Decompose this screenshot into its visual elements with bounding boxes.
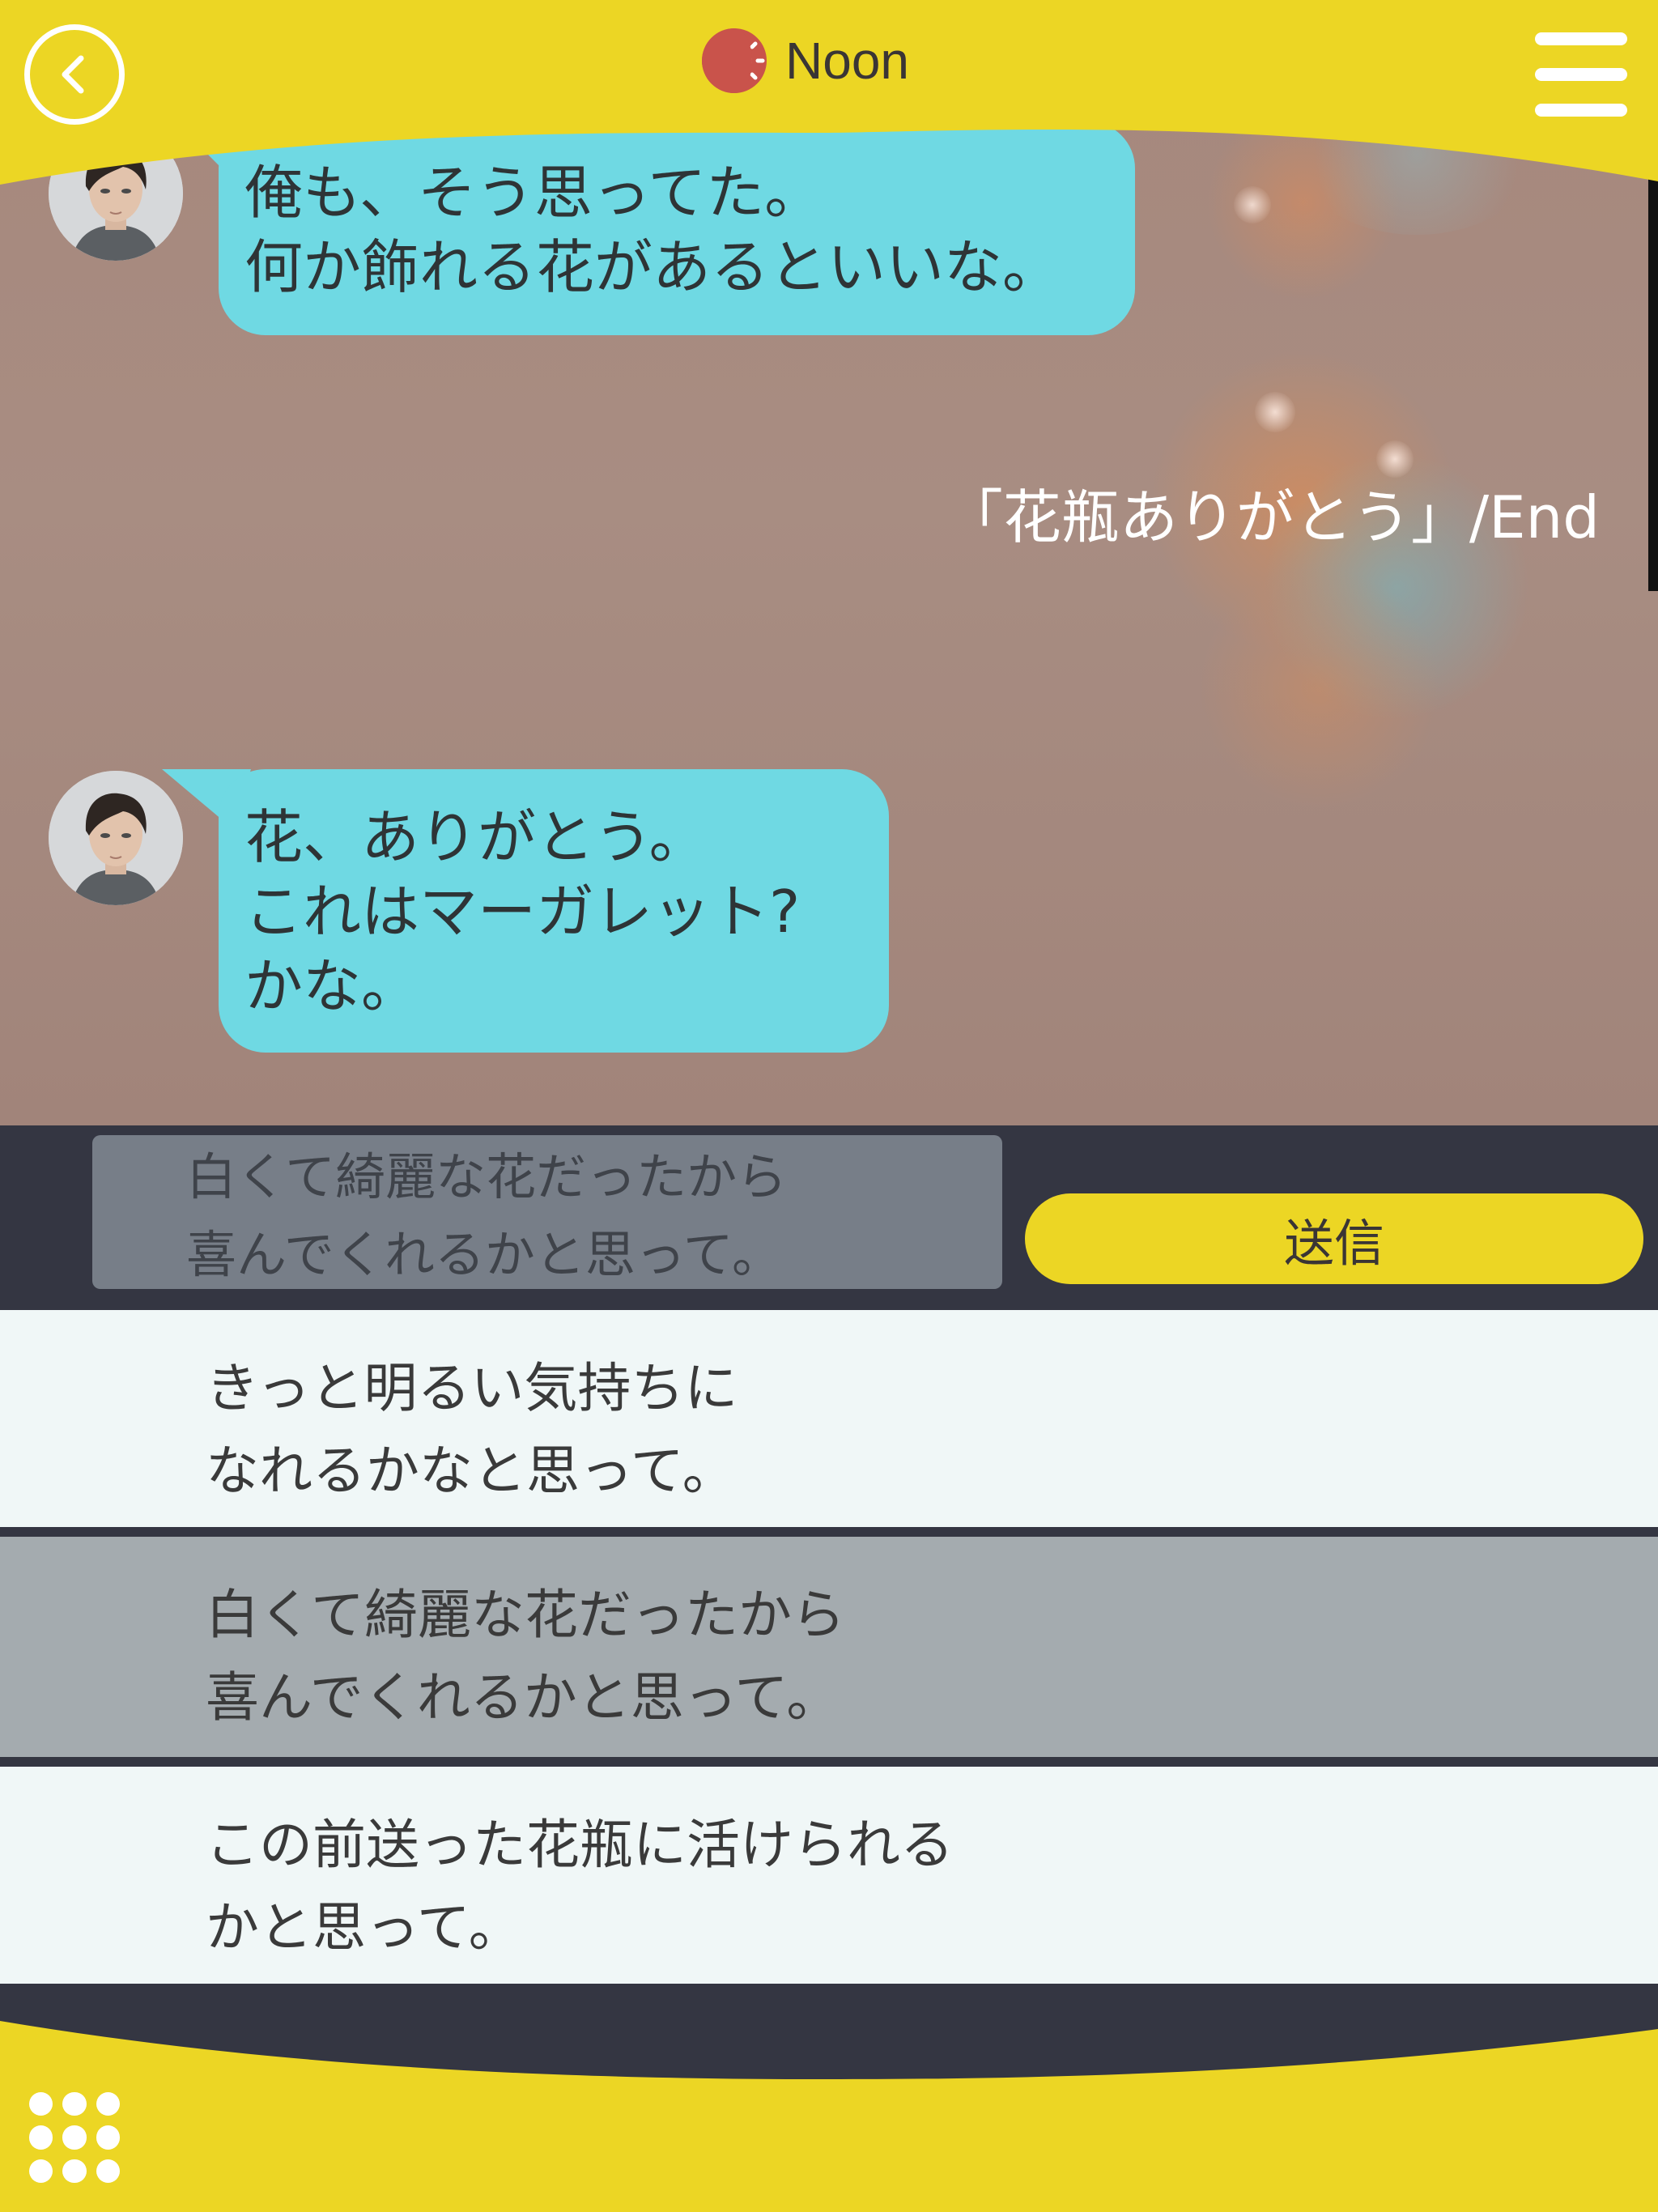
reply-choice[interactable]: きっと明るい気持ちに なれるかなと思って。 [0,1310,1658,1527]
footer-bar [0,1984,1658,2212]
hamburger-menu-icon [1535,32,1627,45]
message-bubble: 花、ありがとう。 これはマーガレット? かな。 [219,769,889,1053]
apps-grid-icon [29,2125,53,2150]
hamburger-menu-icon [1535,104,1627,117]
reply-input-bar: 白くて綺麗な花だったから 喜んでくれるかと思って。 送信 [0,1125,1658,1308]
sun-clock-icon [702,28,767,93]
hamburger-menu-icon [1535,68,1627,81]
apps-grid-icon [62,2092,87,2116]
apps-grid-icon [96,2092,120,2116]
chat-screen: 俺も、そう思ってた。 何か飾れる花があるといいな。 「花瓶ありがとう」/End … [0,0,1658,2212]
story-end-label[interactable]: 「花瓶ありがとう」/End [945,470,1600,555]
apps-grid-icon [29,2092,53,2116]
apps-grid-icon [96,2159,120,2183]
send-button[interactable]: 送信 [1025,1193,1643,1284]
reply-choice[interactable]: この前送った花瓶に活けられる かと思って。 [0,1767,1658,1984]
back-button[interactable] [24,24,125,125]
chevron-left-icon [62,55,84,94]
header-bar: Noon [0,0,1658,194]
apps-grid-icon [62,2125,87,2150]
bokeh-light [1198,567,1441,810]
apps-grid-icon [29,2159,53,2183]
time-of-day-label: Noon [785,32,909,90]
apps-grid-icon [96,2125,120,2150]
scrollbar[interactable] [1648,178,1658,591]
reply-input[interactable]: 白くて綺麗な花だったから 喜んでくれるかと思って。 [92,1135,1002,1289]
apps-grid-icon [62,2159,87,2183]
bokeh-light [1255,392,1295,432]
reply-choice-selected[interactable]: 白くて綺麗な花だったから 喜んでくれるかと思って。 [0,1537,1658,1757]
time-of-day-indicator: Noon [701,28,909,94]
apps-grid-button[interactable] [29,2092,120,2183]
footer-background [0,2021,1658,2212]
menu-button[interactable] [1535,32,1627,117]
